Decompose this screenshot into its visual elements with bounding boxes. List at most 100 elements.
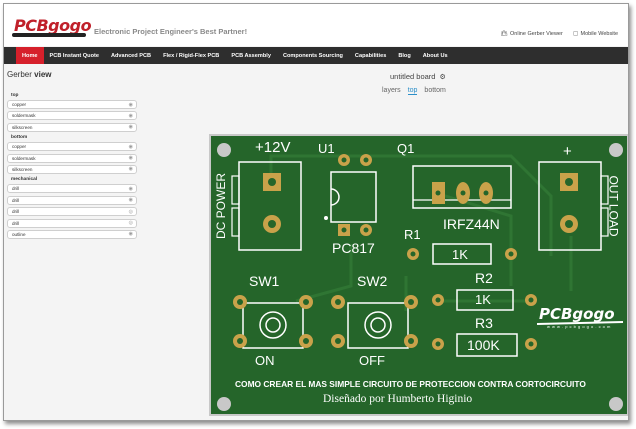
layer-label: soldermask [12,113,36,119]
nav-blog[interactable]: Blog [392,47,416,64]
layer-drill-1[interactable]: drill ◉ [7,184,137,194]
gerber-view-title-bold: view [34,70,52,79]
layer-bottom-soldermask[interactable]: soldermask ◉ [7,153,137,163]
layer-label: copper [12,102,27,107]
nav-advanced-pcb[interactable]: Advanced PCB [105,47,157,64]
nav-home[interactable]: Home [16,47,44,64]
header-links: 👜︎ Online Gerber Viewer ▢ Mobile Website [500,30,619,38]
tagline: Electronic Project Engineer's Best Partn… [94,27,248,36]
layer-label: silkscreen [12,166,33,172]
layer-drill-2[interactable]: drill ◉ [7,195,137,205]
layer-bottom-silkscreen[interactable]: silkscreen ◉ [7,164,137,174]
pcbgogo-logo[interactable]: PCBgogo [12,16,92,38]
mounting-hole [217,143,231,157]
gear-icon[interactable]: ⚙ [439,73,445,81]
silk-dc-power: DC POWER [214,173,228,239]
ic-pc817 [324,154,377,236]
online-gerber-viewer-link[interactable]: 👜︎ Online Gerber Viewer [500,30,563,38]
eye-icon[interactable]: ◉ [129,144,133,150]
silk-r3: R3 [475,315,493,331]
site-header: PCBgogo Electronic Project Engineer's Be… [4,4,628,46]
mobile-icon: ▢ [572,31,579,37]
silk-u1: U1 [318,141,335,156]
eye-icon[interactable]: ◉ [129,186,133,192]
view-tabs: layers top bottom [382,87,446,95]
layer-top-soldermask[interactable]: soldermask ◉ [7,111,137,121]
layer-label: soldermask [12,155,36,161]
layer-top-silkscreen[interactable]: silkscreen ◉ [7,122,137,132]
bag-icon: 👜︎ [500,31,509,37]
pcb-render[interactable]: +12V U1 Q1 + DC POWER OUT LOAD IRFZ44N R… [209,134,628,416]
silk-12v: +12V [255,139,291,156]
layer-list: top copper ◉ soldermask ◉ silkscreen ◉ bott… [7,92,137,241]
eye-icon[interactable]: ◉ [129,166,133,172]
mounting-hole [609,143,623,157]
gerber-sidebar: Gerber view top copper ◉ soldermask ◉ silk… [4,64,140,420]
main-nav: Home PCB Instant Quote Advanced PCB Flex… [4,47,628,64]
transistor-irfz44n [412,165,512,209]
layer-bottom-copper[interactable]: copper ◉ [7,142,137,152]
silk-r3-value: 100K [467,337,500,353]
nav-flex-rigid-flex-pcb[interactable]: Flex / Rigid-Flex PCB [157,47,225,64]
tab-top[interactable]: top [407,87,418,95]
switch-sw2 [331,295,418,349]
silk-r2: R2 [475,270,493,286]
nav-pcb-assembly[interactable]: PCB Assembly [225,47,277,64]
mobile-website-link[interactable]: ▢ Mobile Website [572,30,619,38]
pcb-silk-logo-url: w w w . p c b g o g o . c o m [547,324,611,329]
mounting-hole [609,397,623,411]
eye-off-icon[interactable]: ◎ [129,209,133,215]
layer-drill-4[interactable]: drill ◎ [7,218,137,228]
layer-label: drill [12,197,20,203]
tab-bottom[interactable]: bottom [424,87,445,95]
silk-irfz44n: IRFZ44N [443,216,500,232]
eye-icon[interactable]: ◉ [129,197,133,203]
layer-label: drill [12,209,20,215]
nav-about-us[interactable]: About Us [417,47,454,64]
mobile-website-label: Mobile Website [580,30,619,37]
silk-plus: + [563,143,572,160]
eye-icon[interactable]: ◉ [129,102,133,108]
silk-footer-line2: Diseñado por Humberto Higinio [323,393,473,405]
silk-footer-line1: COMO CREAR EL MAS SIMPLE CIRCUITO DE PRO… [235,379,586,389]
browser-frame: PCBgogo Electronic Project Engineer's Be… [3,3,629,421]
silk-off: OFF [359,353,385,368]
layer-outline[interactable]: outline ◉ [7,229,137,239]
layer-label: outline [12,231,26,237]
silk-q1: Q1 [397,141,415,156]
silk-on: ON [255,353,275,368]
eye-icon[interactable]: ◉ [129,231,133,237]
terminal-out-load [538,161,609,251]
gerber-view-title: Gerber view [7,70,51,79]
silk-pc817: PC817 [332,240,375,256]
switch-sw1 [233,295,313,349]
layer-label: silkscreen [12,124,33,130]
terminal-dc-power [231,161,302,251]
layer-top-copper[interactable]: copper ◉ [7,100,137,109]
online-gerber-viewer-label: Online Gerber Viewer [510,30,563,37]
eye-icon[interactable]: ◉ [129,155,133,161]
layer-drill-3[interactable]: drill ◎ [7,207,137,217]
layer-group-top: top [11,93,19,98]
nav-capabilities[interactable]: Capabilities [349,47,392,64]
pcb-silk-logo-text: PCBgogo [539,305,615,323]
logo-swoosh [12,33,86,37]
nav-components-sourcing[interactable]: Components Sourcing [277,47,349,64]
silk-r1-value: 1K [452,247,468,262]
gerber-view-title-prefix: Gerber [7,70,32,79]
eye-icon[interactable]: ◉ [129,124,133,130]
silk-sw1: SW1 [249,273,280,289]
board-title: untitled board ⚙ [390,72,446,81]
layer-group-bottom: bottom [11,135,28,141]
board-name[interactable]: untitled board [390,72,435,81]
tab-layers[interactable]: layers [382,87,401,95]
mounting-hole [217,397,231,411]
copper-traces [269,154,573,311]
nav-pcb-instant-quote[interactable]: PCB Instant Quote [44,47,105,64]
silk-r2-value: 1K [475,292,491,307]
silk-out-load: OUT LOAD [606,175,621,237]
eye-icon[interactable]: ◉ [129,113,133,119]
layer-label: drill [12,186,20,192]
eye-off-icon[interactable]: ◎ [129,220,133,226]
silk-sw2: SW2 [357,273,388,289]
